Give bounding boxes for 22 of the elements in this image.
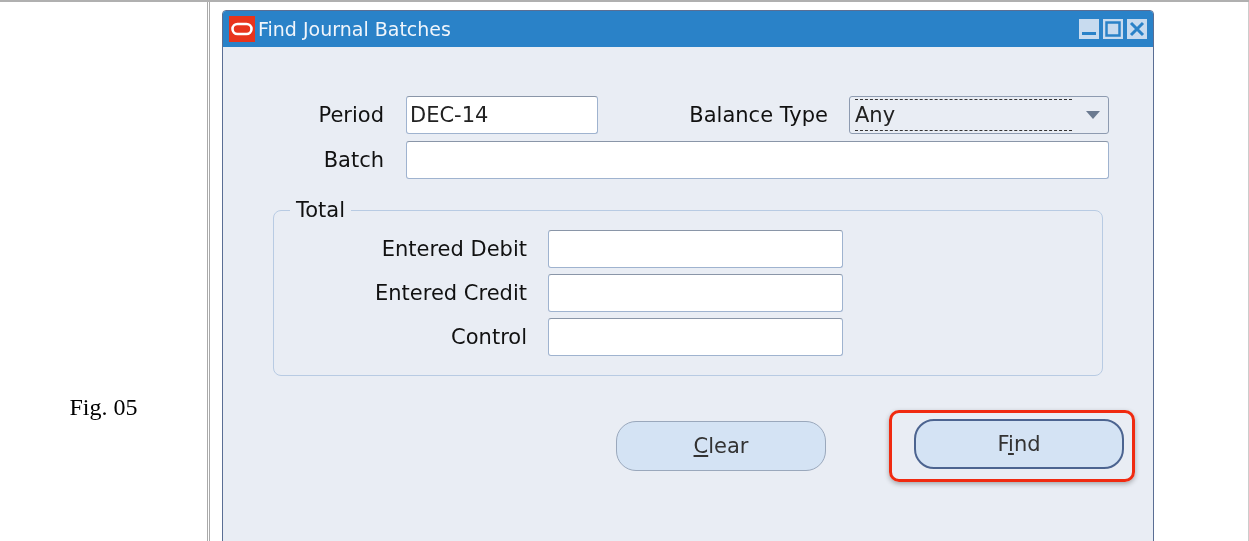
minimize-icon[interactable] — [1079, 19, 1099, 39]
window-title: Find Journal Batches — [258, 18, 452, 40]
amount-field[interactable] — [548, 230, 843, 268]
close-icon[interactable] — [1127, 19, 1147, 39]
field-label: Control — [450, 325, 527, 349]
app-logo-icon — [229, 16, 255, 42]
group-title: Total — [295, 198, 347, 222]
balance-type-dropdown[interactable]: Any — [849, 96, 1109, 134]
figure-label: Fig. 05 — [69, 394, 138, 422]
field-label: Batch — [322, 148, 384, 172]
field-label: Balance Type — [688, 103, 828, 127]
batch-field[interactable] — [406, 141, 1109, 179]
action-button[interactable]: Clear — [616, 421, 826, 471]
field-label: Period — [317, 103, 384, 127]
amount-field[interactable] — [548, 318, 843, 356]
field-label: Entered Debit — [380, 237, 527, 261]
period-field[interactable]: DEC-14 — [406, 96, 598, 134]
maximize-icon[interactable] — [1103, 19, 1123, 39]
action-button[interactable]: Find — [914, 419, 1124, 469]
amount-field[interactable] — [548, 274, 843, 312]
caret-icon — [1086, 111, 1100, 119]
field-label: Entered Credit — [374, 281, 527, 305]
